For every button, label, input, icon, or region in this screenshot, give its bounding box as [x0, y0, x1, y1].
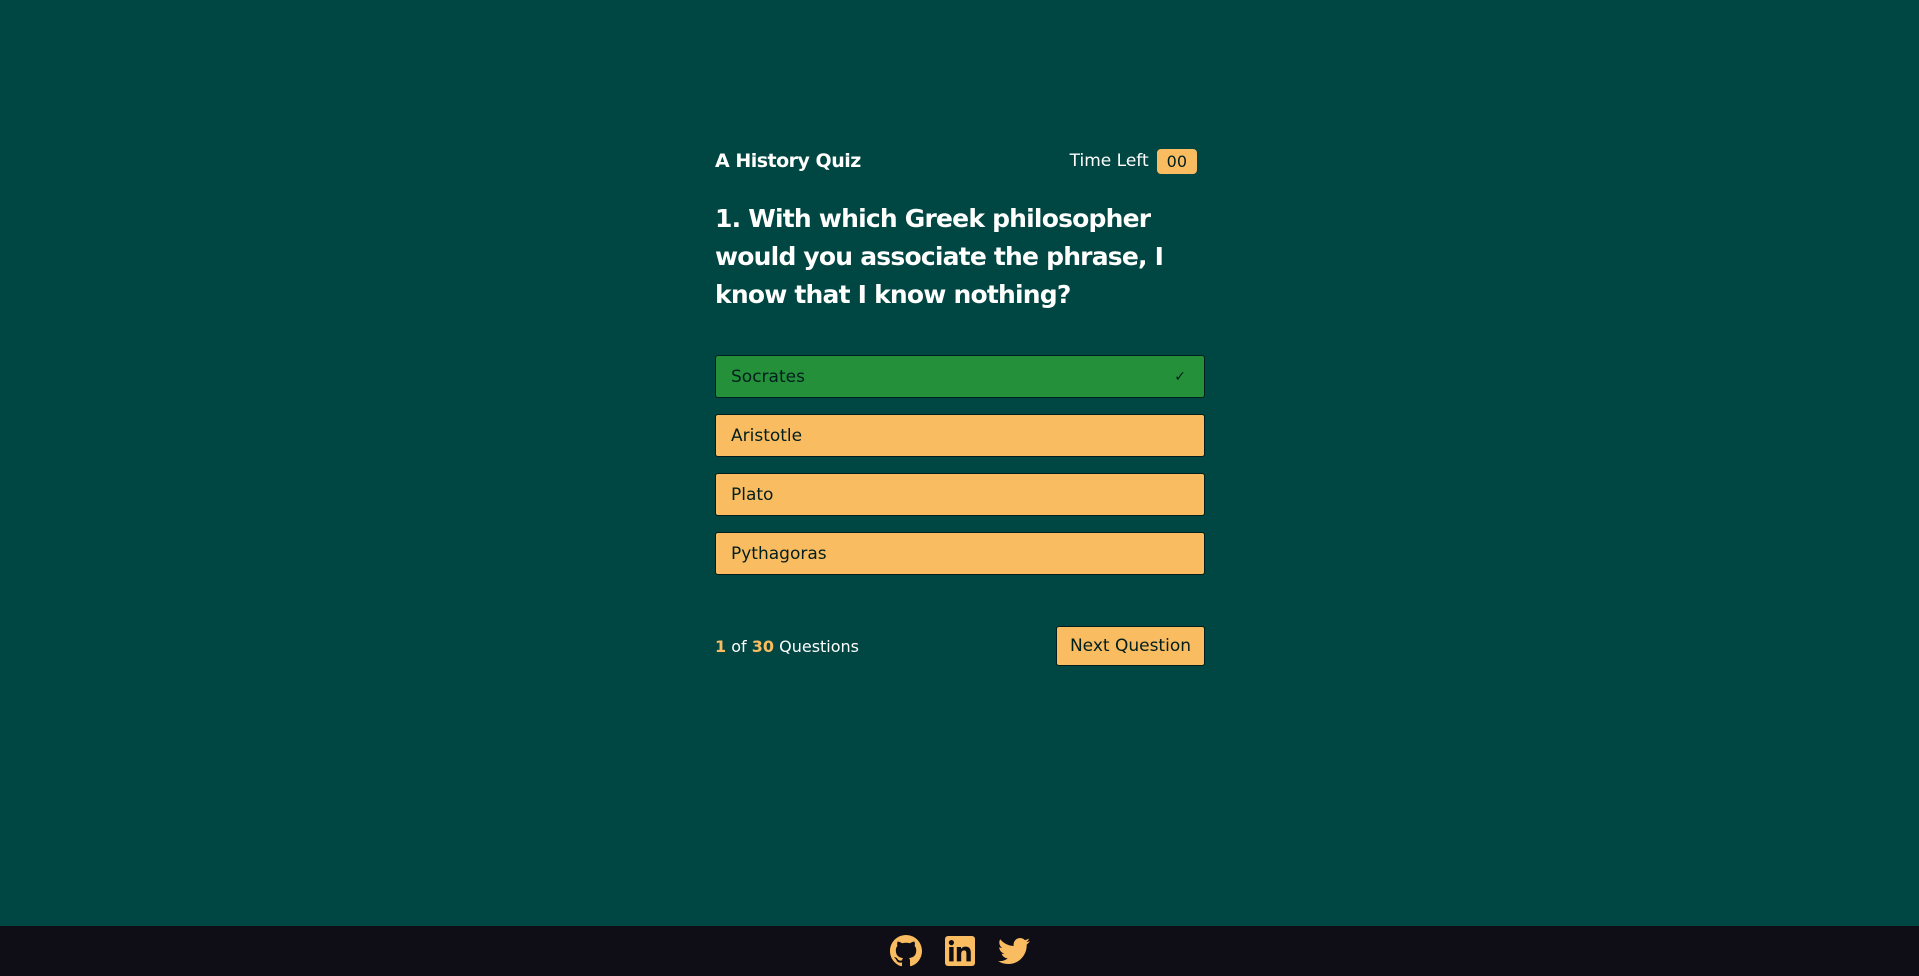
twitter-icon	[997, 937, 1030, 964]
option-label: Plato	[731, 484, 774, 505]
quiz-header: A History Quiz Time Left 00	[715, 146, 1205, 176]
quiz-card: A History Quiz Time Left 00 1. With whic…	[715, 146, 1205, 666]
answer-options: Socrates ✓ Aristotle Plato Pythagoras	[715, 355, 1205, 591]
option-pythagoras[interactable]: Pythagoras	[715, 532, 1205, 575]
github-icon	[889, 935, 922, 967]
option-label: Pythagoras	[731, 543, 827, 564]
total-questions: 30	[751, 636, 775, 656]
github-link[interactable]	[889, 934, 923, 968]
timer: Time Left 00	[1069, 148, 1197, 174]
quiz-title: A History Quiz	[715, 150, 861, 172]
twitter-link[interactable]	[997, 934, 1031, 968]
linkedin-icon	[944, 936, 975, 966]
next-question-button[interactable]: Next Question	[1055, 626, 1205, 666]
quiz-footer: 1 of 30 Questions Next Question	[715, 626, 1205, 666]
option-label: Socrates	[731, 366, 805, 387]
question-progress: 1 of 30 Questions	[715, 637, 859, 656]
linkedin-link[interactable]	[943, 934, 977, 968]
option-socrates[interactable]: Socrates ✓	[715, 355, 1205, 398]
progress-suffix: Questions	[779, 636, 860, 656]
check-icon: ✓	[1174, 368, 1186, 385]
option-plato[interactable]: Plato	[715, 473, 1205, 516]
option-label: Aristotle	[731, 425, 803, 446]
timer-value: 00	[1156, 148, 1197, 174]
option-aristotle[interactable]: Aristotle	[715, 414, 1205, 457]
progress-of: of	[731, 636, 747, 656]
timer-label: Time Left	[1069, 151, 1149, 171]
site-footer	[0, 926, 1919, 976]
current-question-number: 1	[715, 636, 727, 656]
question-text: 1. With which Greek philosopher would yo…	[715, 204, 1164, 309]
